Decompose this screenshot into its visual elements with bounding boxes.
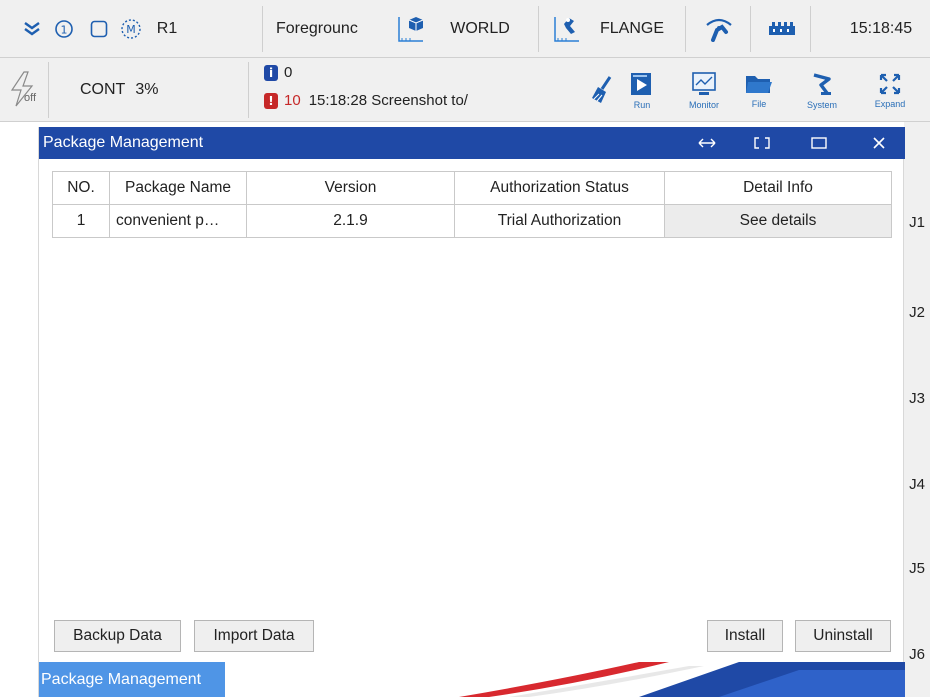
joint-label-j5[interactable]: J5 [904, 560, 930, 577]
import-data-button[interactable]: Import Data [194, 620, 314, 652]
info-count: 0 [284, 64, 293, 81]
header-detail-info[interactable]: Detail Info [664, 171, 892, 205]
run-mode-selector[interactable]: Foregrounc [276, 0, 388, 58]
folder-icon [746, 75, 772, 93]
package-table: NO. Package Name Version Authorization S… [52, 171, 892, 238]
horizontal-arrows-icon [698, 138, 716, 148]
joint-label-j2[interactable]: J2 [904, 304, 930, 321]
see-details-button[interactable]: See details [664, 204, 892, 238]
jog-robot-icon[interactable] [702, 0, 736, 58]
dialog-title: Package Management [43, 134, 204, 151]
toolbar-monitor[interactable]: Monitor [676, 58, 732, 122]
info-icon: i [264, 64, 278, 81]
power-step-icon[interactable]: 1 [52, 0, 76, 58]
enable-off-label: off [24, 92, 37, 104]
table-row[interactable]: 1 convenient p… 2.1.9 Trial Authorizatio… [52, 204, 892, 238]
maximize-button[interactable] [799, 127, 839, 159]
bottom-task-strip: Package Management [39, 662, 905, 697]
tool-frame-selector[interactable]: FLANGE [592, 0, 672, 58]
cell-no: 1 [52, 204, 110, 238]
enable-switch[interactable]: off [6, 70, 42, 110]
world-frame-icon[interactable] [394, 0, 428, 58]
monitor-icon [692, 71, 716, 95]
close-button[interactable] [859, 127, 899, 159]
toolbar-expand-label: Expand [874, 98, 906, 109]
lightning-icon [10, 71, 34, 107]
motion-mode[interactable]: CONT [80, 81, 125, 99]
uninstall-button[interactable]: Uninstall [795, 620, 891, 652]
split-view-icon [754, 137, 770, 149]
broom-icon [592, 76, 612, 103]
toolbar-system[interactable]: System [794, 58, 850, 122]
toolbar-system-label: System [806, 99, 837, 110]
system-clock: 15:18:45 [849, 20, 913, 37]
mode-glyph: M [126, 23, 136, 36]
dialog-titlebar: Package Management [39, 127, 905, 159]
coordinate-frame-selector[interactable]: WORLD [440, 0, 520, 58]
package-management-dialog: Package Management NO. Package Name Vers… [38, 127, 905, 697]
close-icon [873, 137, 885, 149]
joint-label-j1[interactable]: J1 [904, 214, 930, 231]
header-version[interactable]: Version [246, 171, 455, 205]
joint-label-j6[interactable]: J6 [904, 646, 930, 663]
toolbar-file-label: File [751, 98, 767, 109]
error-icon: ! [264, 92, 278, 109]
cell-authorization-status: Trial Authorization [454, 204, 665, 238]
error-count: 10 [284, 92, 301, 109]
tool-frame-icon[interactable] [550, 0, 584, 58]
info-message-row[interactable]: i 0 [264, 64, 292, 81]
robot-selector[interactable]: R1 [148, 0, 186, 58]
toolbar-run[interactable]: Run [614, 58, 670, 122]
toolbar-file[interactable]: File [731, 58, 787, 122]
top-status-bar: 1 M R1 Foregrounc WORLD FLANGE 15:18:45 [0, 0, 930, 58]
cell-version: 2.1.9 [246, 204, 455, 238]
taskbar-tab-package-management[interactable]: Package Management [39, 662, 225, 697]
swap-width-button[interactable] [687, 127, 727, 159]
header-authorization-status[interactable]: Authorization Status [454, 171, 665, 205]
speed-override[interactable]: 3% [135, 81, 158, 99]
io-connector-icon[interactable] [764, 0, 800, 58]
cell-package-name: convenient p… [109, 204, 247, 238]
split-view-button[interactable] [742, 127, 782, 159]
toolbar-run-label: Run [633, 99, 651, 110]
maximize-icon [811, 137, 827, 149]
svg-text:1: 1 [61, 24, 68, 37]
backup-data-button[interactable]: Backup Data [54, 620, 181, 652]
manual-mode-icon[interactable]: M [118, 0, 144, 58]
header-no[interactable]: NO. [52, 171, 110, 205]
install-button[interactable]: Install [707, 620, 783, 652]
last-message: 15:18:28 Screenshot to/ [308, 92, 468, 109]
joint-label-j4[interactable]: J4 [904, 476, 930, 493]
status-toolbar: off CONT 3% i 0 ! 10 15:18:28 Screenshot… [0, 58, 930, 122]
stop-square-icon[interactable] [87, 0, 111, 58]
run-icon [631, 72, 651, 95]
collapse-chevron-icon[interactable] [20, 0, 44, 58]
joint-rail [904, 122, 930, 697]
robot-arm-icon [813, 72, 831, 95]
toolbar-monitor-label: Monitor [688, 99, 719, 110]
toolbar-expand[interactable]: Expand [858, 58, 922, 122]
header-package-name[interactable]: Package Name [109, 171, 247, 205]
table-header-row: NO. Package Name Version Authorization S… [52, 171, 892, 205]
expand-icon [879, 73, 901, 94]
error-message-row[interactable]: ! 10 15:18:28 Screenshot to/ [264, 92, 468, 109]
joint-label-j3[interactable]: J3 [904, 390, 930, 407]
